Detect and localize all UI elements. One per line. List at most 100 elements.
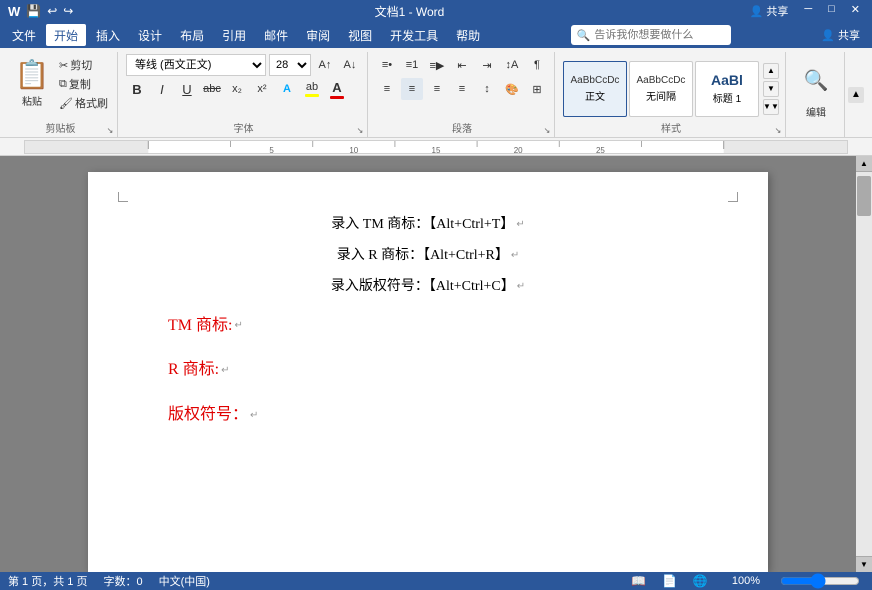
shading-button[interactable]: 🎨 (501, 78, 523, 100)
line-spacing-button[interactable]: ↕ (476, 78, 498, 100)
style-scroll-up-button[interactable]: ▲ (763, 63, 779, 79)
zoom-slider[interactable] (780, 575, 860, 587)
status-bar: 第 1 页，共 1 页 字数：0 中文(中国) 📖 📄 🌐 100% (0, 572, 872, 590)
doc-text-2: 录入 R 商标：【Alt+Ctrl+R】 (337, 243, 509, 268)
search-editing-button[interactable]: 🔍 (794, 58, 838, 102)
font-family-select[interactable]: 等线 (西文正文) (126, 54, 266, 76)
doc-text-1: 录入 TM 商标：【Alt+Ctrl+T】 (331, 212, 514, 237)
quick-access-save[interactable]: 💾 (26, 4, 41, 19)
paste-label: 粘贴 (22, 93, 42, 108)
menu-item-help[interactable]: 帮助 (448, 24, 488, 46)
numbered-list-button[interactable]: ≡1 (401, 54, 423, 76)
para-mark-3: ↵ (517, 278, 525, 296)
ribbon-collapse-area: ▲ (848, 52, 868, 137)
scrollbar-track (856, 172, 872, 556)
style-normal-card[interactable]: AaBbCcDc 正文 (563, 61, 627, 117)
superscript-button[interactable]: x² (251, 78, 273, 100)
minimize-button[interactable]: ─ (800, 3, 816, 19)
svg-text:10: 10 (349, 146, 358, 154)
para-mark-5: ↵ (221, 362, 229, 380)
ribbon: 📋 粘贴 ✂ 剪切 ⧉ 复制 🖌 格式刷 剪贴板 ↘ (0, 48, 872, 138)
paragraph-group: ≡• ≡1 ≡▶ ⇤ ⇥ ↕A ¶ ≡ ≡ ≡ ≡ ↕ 🎨 ⊞ 段落 ↘ (370, 52, 555, 137)
doc-text-tm: TM 商标: (168, 312, 232, 341)
style-expand-button[interactable]: ▼▼ (763, 99, 779, 115)
menu-item-design[interactable]: 设计 (130, 24, 170, 46)
doc-text-r: R 商标: (168, 356, 219, 385)
share-button[interactable]: 👤 共享 (746, 3, 793, 19)
view-web-button[interactable]: 🌐 (693, 574, 708, 588)
menu-item-references[interactable]: 引用 (214, 24, 254, 46)
format-painter-icon: 🖌 (59, 97, 73, 110)
decrease-indent-button[interactable]: ⇤ (451, 54, 473, 76)
menu-item-insert[interactable]: 插入 (88, 24, 128, 46)
justify-button[interactable]: ≡ (451, 78, 473, 100)
menu-item-review[interactable]: 审阅 (298, 24, 338, 46)
menu-item-home[interactable]: 开始 (46, 24, 86, 46)
doc-content[interactable]: 录入 TM 商标：【Alt+Ctrl+T】 ↵ 录入 R 商标：【Alt+Ctr… (168, 212, 688, 430)
text-effect-button[interactable]: A (276, 78, 298, 100)
cut-button[interactable]: ✂ 剪切 (56, 56, 111, 74)
font-color-button[interactable]: A (326, 78, 348, 100)
close-button[interactable]: ✕ (847, 3, 864, 19)
copy-button[interactable]: ⧉ 复制 (56, 75, 111, 93)
view-read-button[interactable]: 📖 (631, 574, 646, 588)
align-right-button[interactable]: ≡ (426, 78, 448, 100)
font-size-select[interactable]: 28 891011 12141618 20222426 28364872 (269, 54, 311, 76)
scrollbar-thumb[interactable] (857, 176, 871, 216)
bullet-list-button[interactable]: ≡• (376, 54, 398, 76)
ribbon-collapse-button[interactable]: ▲ (848, 87, 864, 103)
document-area: 录入 TM 商标：【Alt+Ctrl+T】 ↵ 录入 R 商标：【Alt+Ctr… (0, 156, 872, 572)
format-painter-button[interactable]: 🖌 格式刷 (56, 94, 111, 112)
scroll-down-button[interactable]: ▼ (856, 556, 872, 572)
menu-item-view[interactable]: 视图 (340, 24, 380, 46)
menu-item-developer[interactable]: 开发工具 (382, 24, 446, 46)
menu-item-file[interactable]: 文件 (4, 24, 44, 46)
styles-group: AaBbCcDc 正文 AaBbCcDc 无间隔 AaBl 标题 1 ▲ ▼ ▼… (557, 52, 786, 137)
view-print-button[interactable]: 📄 (662, 574, 677, 588)
borders-button[interactable]: ⊞ (526, 78, 548, 100)
font-label: 字体 (120, 120, 367, 135)
subscript-button[interactable]: x₂ (226, 78, 248, 100)
quick-access-undo[interactable]: ↩ (47, 4, 57, 19)
para-mark-4: ↵ (234, 317, 242, 335)
doc-page: 录入 TM 商标：【Alt+Ctrl+T】 ↵ 录入 R 商标：【Alt+Ctr… (88, 172, 768, 572)
language: 中文(中国) (159, 573, 210, 589)
maximize-button[interactable]: □ (824, 3, 839, 19)
font-name-row: 等线 (西文正文) 28 891011 12141618 20222426 28… (126, 54, 361, 76)
paragraph-expand-button[interactable]: ↘ (542, 125, 552, 135)
highlight-label: ab (306, 81, 318, 93)
paste-button[interactable]: 📋 粘贴 (10, 54, 54, 112)
corner-mark-tl (118, 192, 128, 202)
doc-background: 录入 TM 商标：【Alt+Ctrl+T】 ↵ 录入 R 商标：【Alt+Ctr… (0, 156, 856, 572)
align-center-button[interactable]: ≡ (401, 78, 423, 100)
style-scroll-down-button[interactable]: ▼ (763, 81, 779, 97)
bold-button[interactable]: B (126, 78, 148, 100)
highlight-underline (305, 94, 319, 97)
editing-group: 🔍 编辑 (788, 52, 845, 137)
clipboard-expand-button[interactable]: ↘ (105, 125, 115, 135)
multilevel-list-button[interactable]: ≡▶ (426, 54, 448, 76)
show-marks-button[interactable]: ¶ (526, 54, 548, 76)
style-heading1-card[interactable]: AaBl 标题 1 (695, 61, 759, 117)
increase-indent-button[interactable]: ⇥ (476, 54, 498, 76)
italic-button[interactable]: I (151, 78, 173, 100)
scroll-up-button[interactable]: ▲ (856, 156, 872, 172)
font-expand-button[interactable]: ↘ (355, 125, 365, 135)
strikethrough-button[interactable]: abc (201, 78, 223, 100)
search-bar[interactable]: 🔍 (571, 25, 731, 45)
font-size-decrease-button[interactable]: A↓ (339, 54, 361, 76)
styles-expand-button[interactable]: ↘ (773, 125, 783, 135)
quick-access-redo[interactable]: ↪ (63, 4, 73, 19)
underline-button[interactable]: U (176, 78, 198, 100)
style-nospacing-card[interactable]: AaBbCcDc 无间隔 (629, 61, 693, 117)
share-ribbon-btn[interactable]: 👤 共享 (813, 25, 868, 45)
align-left-button[interactable]: ≡ (376, 78, 398, 100)
menu-item-mailings[interactable]: 邮件 (256, 24, 296, 46)
search-input[interactable] (594, 29, 714, 41)
style-heading1-preview: AaBl (711, 72, 743, 88)
font-size-increase-button[interactable]: A↑ (314, 54, 336, 76)
menu-item-layout[interactable]: 布局 (172, 24, 212, 46)
sort-button[interactable]: ↕A (501, 54, 523, 76)
highlight-color-button[interactable]: ab (301, 78, 323, 100)
style-heading1-label: 标题 1 (713, 90, 741, 105)
